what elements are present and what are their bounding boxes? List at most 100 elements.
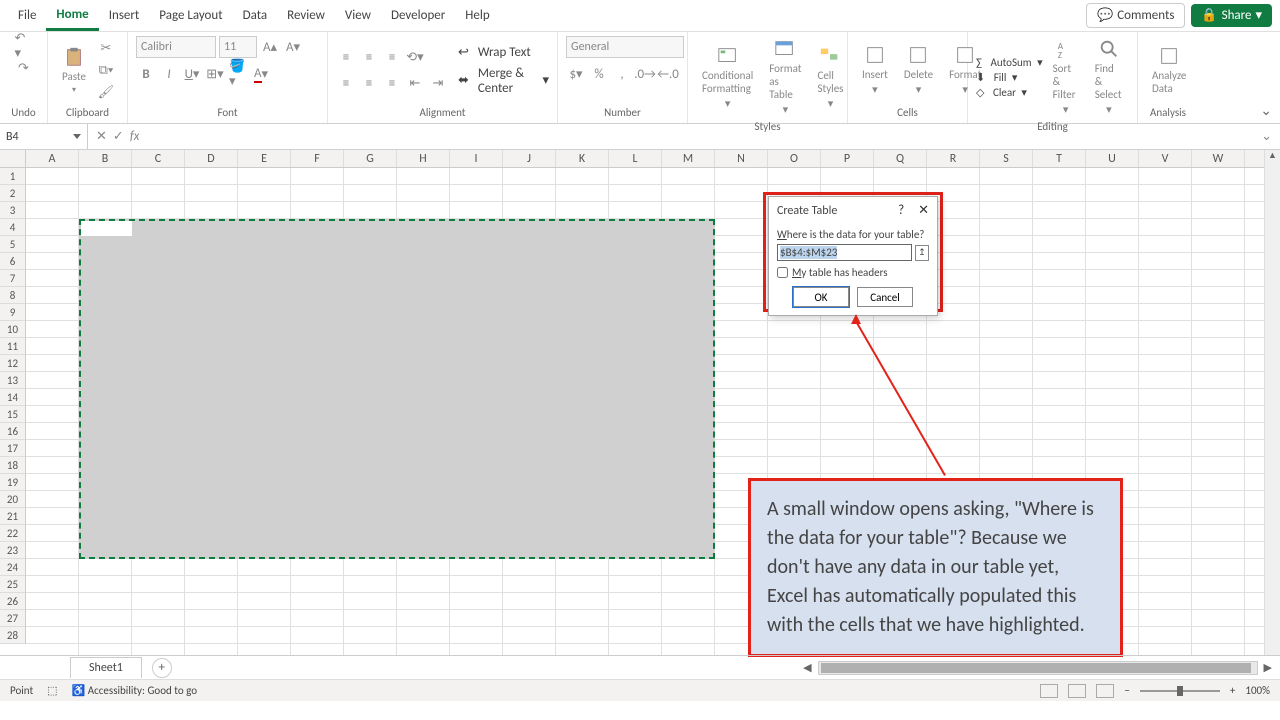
row-header[interactable]: 9 [0, 304, 25, 321]
col-header[interactable]: G [344, 150, 397, 167]
comma-button[interactable]: , [612, 64, 632, 84]
row-header[interactable]: 12 [0, 355, 25, 372]
scroll-left-button[interactable]: ◀ [803, 661, 811, 674]
add-sheet-button[interactable]: + [152, 658, 172, 678]
view-page-layout-button[interactable] [1068, 684, 1086, 698]
align-middle-button[interactable]: ≡ [359, 47, 379, 67]
zoom-out-button[interactable]: − [1124, 684, 1129, 697]
analyze-data-button[interactable]: Analyze Data [1146, 43, 1192, 97]
menu-page-layout[interactable]: Page Layout [149, 2, 232, 29]
font-name-select[interactable] [136, 36, 216, 58]
row-header[interactable]: 19 [0, 474, 25, 491]
conditional-formatting-button[interactable]: Conditional Formatting▾ [696, 43, 759, 112]
menu-review[interactable]: Review [277, 2, 335, 29]
macro-record-icon[interactable]: ⬚ [47, 684, 57, 697]
row-header[interactable]: 4 [0, 219, 25, 236]
col-header[interactable]: H [397, 150, 450, 167]
zoom-level[interactable]: 100% [1245, 684, 1270, 697]
col-header[interactable]: A [26, 150, 79, 167]
menu-view[interactable]: View [335, 2, 381, 29]
view-normal-button[interactable] [1040, 684, 1058, 698]
fill-color-button[interactable]: 🪣▾ [228, 64, 248, 84]
col-header[interactable]: P [821, 150, 874, 167]
fill-button[interactable]: ⬇ Fill ▾ [976, 71, 1043, 84]
row-header[interactable]: 15 [0, 406, 25, 423]
menu-insert[interactable]: Insert [99, 2, 150, 29]
col-header[interactable]: I [450, 150, 503, 167]
align-right-button[interactable]: ≡ [382, 73, 402, 93]
col-header[interactable]: B [79, 150, 132, 167]
row-header[interactable]: 8 [0, 287, 25, 304]
delete-cells-button[interactable]: Delete▾ [898, 42, 939, 98]
clear-button[interactable]: ◇ Clear ▾ [976, 86, 1043, 99]
col-header[interactable]: Q [874, 150, 927, 167]
headers-checkbox-row[interactable]: My table has headers [777, 266, 929, 279]
format-as-table-button[interactable]: Format as Table▾ [763, 36, 807, 118]
zoom-in-button[interactable]: + [1230, 684, 1235, 697]
italic-button[interactable]: I [159, 64, 179, 84]
row-header[interactable]: 14 [0, 389, 25, 406]
collapse-ribbon-button[interactable]: ⌄ [1260, 102, 1272, 119]
align-center-button[interactable]: ≡ [359, 73, 379, 93]
paste-button[interactable]: Paste ▾ [56, 44, 92, 97]
row-header[interactable]: 5 [0, 236, 25, 253]
col-header[interactable]: D [185, 150, 238, 167]
dialog-close-button[interactable]: ✕ [918, 203, 929, 218]
enter-formula-icon[interactable]: ✓ [113, 129, 124, 144]
row-header[interactable]: 21 [0, 508, 25, 525]
range-selector-button[interactable]: ↥ [915, 245, 929, 261]
increase-decimal-button[interactable]: .0→ [635, 64, 655, 84]
col-header[interactable]: C [132, 150, 185, 167]
menu-home[interactable]: Home [46, 1, 98, 31]
col-header[interactable]: E [238, 150, 291, 167]
wrap-text-button[interactable]: ↩ Wrap Text [458, 45, 549, 60]
dialog-help-button[interactable]: ? [898, 203, 904, 218]
decrease-decimal-button[interactable]: ←.0 [658, 64, 678, 84]
row-header[interactable]: 16 [0, 423, 25, 440]
font-color-button[interactable]: A▾ [251, 64, 271, 84]
format-painter-button[interactable]: 🖌 [96, 82, 116, 102]
align-top-button[interactable]: ≡ [336, 47, 356, 67]
col-header[interactable]: M [662, 150, 715, 167]
copy-button[interactable]: ⧉▾ [96, 60, 116, 80]
autosum-button[interactable]: ∑ AutoSum ▾ [976, 56, 1043, 69]
row-header[interactable]: 28 [0, 627, 25, 644]
row-header[interactable]: 2 [0, 185, 25, 202]
col-header[interactable]: S [980, 150, 1033, 167]
menu-data[interactable]: Data [233, 2, 278, 29]
horizontal-scrollbar[interactable] [818, 661, 1258, 675]
align-left-button[interactable]: ≡ [336, 73, 356, 93]
sheet-tab[interactable]: Sheet1 [70, 657, 142, 678]
row-header[interactable]: 7 [0, 270, 25, 287]
font-size-select[interactable] [219, 36, 257, 58]
row-header[interactable]: 20 [0, 491, 25, 508]
borders-button[interactable]: ⊞▾ [205, 64, 225, 84]
row-header[interactable]: 25 [0, 576, 25, 593]
name-box[interactable]: B4 [0, 124, 88, 149]
col-header[interactable]: K [556, 150, 609, 167]
percent-button[interactable]: % [589, 64, 609, 84]
col-header[interactable]: T [1033, 150, 1086, 167]
menu-help[interactable]: Help [455, 2, 499, 29]
cut-button[interactable]: ✂ [96, 38, 116, 58]
cancel-formula-icon[interactable]: ✕ [96, 129, 107, 144]
decrease-indent-button[interactable]: ⇤ [405, 73, 425, 93]
increase-indent-button[interactable]: ⇥ [428, 73, 448, 93]
row-header[interactable]: 24 [0, 559, 25, 576]
row-header[interactable]: 22 [0, 525, 25, 542]
vertical-scrollbar[interactable]: ▲ [1264, 150, 1280, 655]
insert-cells-button[interactable]: Insert▾ [856, 42, 894, 98]
col-header[interactable]: O [768, 150, 821, 167]
currency-button[interactable]: $▾ [566, 64, 586, 84]
undo-button[interactable]: ↶ ▾ [14, 36, 34, 56]
number-format-select[interactable] [566, 36, 684, 58]
col-header[interactable]: L [609, 150, 662, 167]
row-header[interactable]: 6 [0, 253, 25, 270]
comments-button[interactable]: 💬 Comments [1086, 3, 1185, 28]
col-header[interactable]: R [927, 150, 980, 167]
sort-filter-button[interactable]: AZSort & Filter▾ [1047, 36, 1085, 118]
merge-center-button[interactable]: ⬌ Merge & Center ▾ [458, 66, 549, 96]
cancel-button[interactable]: Cancel [857, 287, 913, 307]
ok-button[interactable]: OK [793, 287, 849, 307]
table-range-input[interactable]: $B$4:$M$23 [777, 244, 912, 261]
